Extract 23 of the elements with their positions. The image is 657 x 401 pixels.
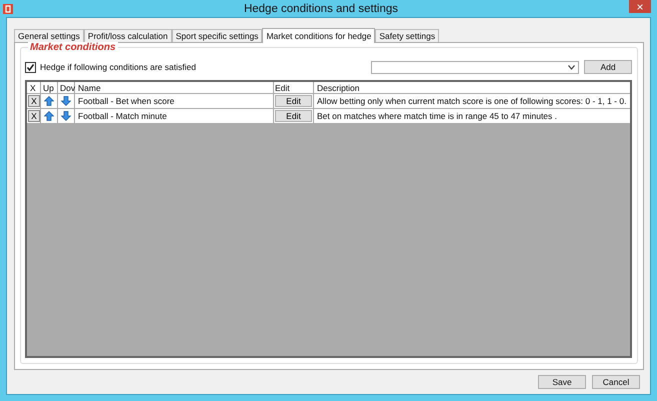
table-cell-text: Bet on matches where match time is in range 45 to 47 minutes . bbox=[316, 110, 558, 123]
remove-button[interactable]: X bbox=[28, 95, 40, 107]
checkbox-label: Hedge if following conditions are satisfied bbox=[40, 62, 196, 72]
cancel-button[interactable]: Cancel bbox=[592, 375, 640, 389]
tab[interactable]: General settings bbox=[14, 29, 84, 42]
column-header: Description bbox=[316, 82, 361, 93]
close-button[interactable]: × bbox=[629, 0, 651, 13]
app-logo-icon bbox=[3, 4, 13, 14]
edit-button[interactable]: Edit bbox=[275, 110, 312, 122]
edit-button[interactable]: Edit bbox=[275, 95, 312, 107]
table-cell: Football - Match minute bbox=[75, 109, 274, 123]
tab[interactable]: Profit/loss calculation bbox=[84, 29, 172, 42]
save-button[interactable]: Save bbox=[538, 375, 586, 389]
caret-icon bbox=[568, 64, 575, 70]
tab[interactable]: Sport specific settings bbox=[172, 29, 262, 42]
tab[interactable]: Safety settings bbox=[375, 29, 440, 42]
window-title: Hedge conditions and settings bbox=[242, 2, 400, 14]
group-title: Market conditions bbox=[28, 42, 118, 53]
add-button[interactable]: Add bbox=[584, 60, 632, 74]
tab[interactable]: Market conditions for hedge bbox=[262, 28, 376, 43]
checkbox[interactable] bbox=[25, 62, 36, 72]
remove-button[interactable]: X bbox=[28, 110, 40, 122]
table-cell-text: Allow betting only when current match score is one of following scores: 0 - 1, 1 - 0. bbox=[316, 95, 628, 108]
